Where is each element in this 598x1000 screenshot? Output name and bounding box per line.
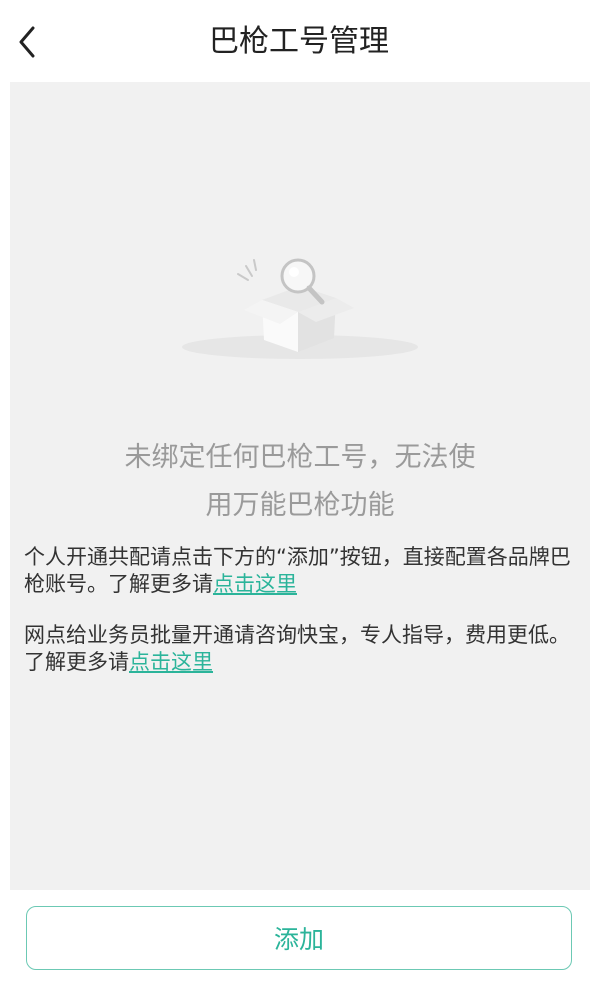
personal-setup-text: 个人开通共配请点击下方的“添加”按钮，直接配置各品牌巴枪账号。了解更多请 <box>24 545 571 596</box>
top-bar: 巴枪工号管理 <box>0 0 598 82</box>
add-button[interactable]: 添加 <box>26 906 572 970</box>
learn-more-link-batch[interactable]: 点击这里 <box>129 650 213 674</box>
page-title: 巴枪工号管理 <box>209 24 389 59</box>
empty-state-message: 未绑定任何巴枪工号，无法使 用万能巴枪功能 <box>100 434 500 530</box>
learn-more-link-personal[interactable]: 点击这里 <box>213 572 297 596</box>
main-content: 未绑定任何巴枪工号，无法使 用万能巴枪功能 个人开通共配请点击下方的“添加”按钮… <box>10 82 590 890</box>
empty-box-search-icon <box>182 258 418 359</box>
batch-setup-text: 网点给业务员批量开通请咨询快宝，专人指导，费用更低。了解更多请 <box>24 623 570 674</box>
empty-message-line2: 用万能巴枪功能 <box>205 490 395 521</box>
personal-setup-info: 个人开通共配请点击下方的“添加”按钮，直接配置各品牌巴枪账号。了解更多请点击这里 <box>24 544 580 598</box>
empty-message-line1: 未绑定任何巴枪工号，无法使 <box>124 442 476 473</box>
batch-setup-info: 网点给业务员批量开通请咨询快宝，专人指导，费用更低。了解更多请点击这里 <box>24 622 580 676</box>
